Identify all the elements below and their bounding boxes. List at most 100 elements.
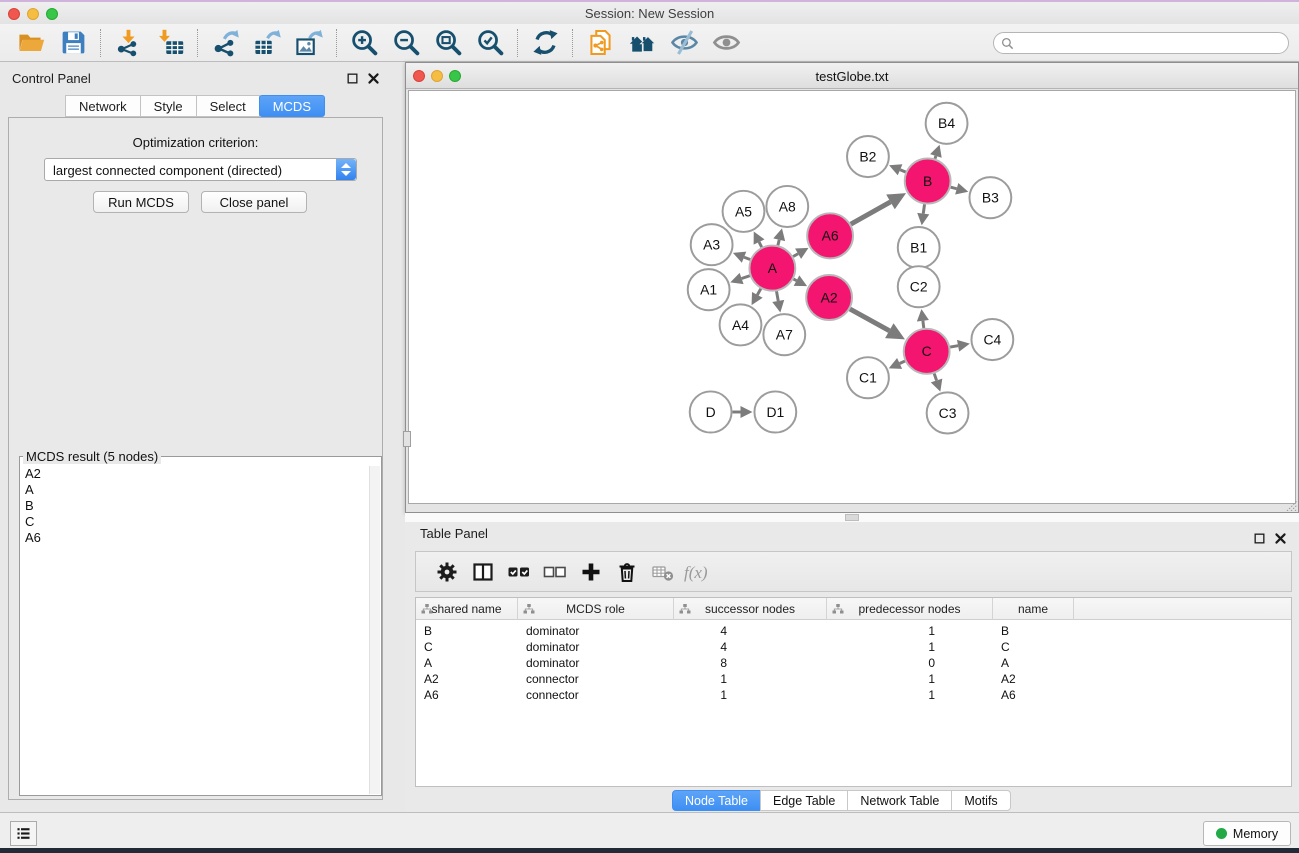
mcds-list-scrollbar[interactable]	[369, 466, 380, 794]
mcds-result-item[interactable]: B	[22, 498, 368, 514]
graph-edge-C-C2[interactable]	[917, 309, 929, 328]
tab-motifs[interactable]: Motifs	[951, 790, 1010, 811]
table-panel-close-button[interactable]	[1274, 532, 1287, 545]
table-panel-float-button[interactable]	[1253, 532, 1266, 545]
refresh-button[interactable]	[524, 26, 566, 60]
gear-button[interactable]	[429, 556, 465, 588]
window-edge-grip[interactable]	[403, 431, 411, 447]
column-header-MCDS-role[interactable]: MCDS role	[518, 598, 674, 620]
column-header-successor-nodes[interactable]: successor nodes	[674, 598, 827, 620]
mcds-result-item[interactable]: A	[22, 482, 368, 498]
graph-edge-A-A2[interactable]	[794, 275, 808, 286]
table-row[interactable]: Cdominator41C	[416, 639, 1291, 655]
criterion-dropdown[interactable]: largest connected component (directed)	[44, 158, 357, 181]
table-row[interactable]: Adominator80A	[416, 655, 1291, 671]
graph-node-B4[interactable]: B4	[926, 103, 968, 144]
save-session-button[interactable]	[52, 26, 94, 60]
graph-node-C[interactable]: C	[904, 329, 950, 374]
tab-node-table[interactable]: Node Table	[672, 790, 761, 811]
import-table-button[interactable]	[149, 26, 191, 60]
tab-network[interactable]: Network	[65, 95, 141, 117]
graph-edge-A-A5[interactable]	[754, 232, 765, 248]
delete-table-button[interactable]	[645, 556, 681, 588]
splitter-grip[interactable]	[845, 514, 859, 521]
graph-node-D1[interactable]: D1	[754, 391, 796, 432]
graph-node-B2[interactable]: B2	[847, 136, 889, 177]
network-window-titlebar[interactable]: testGlobe.txt	[406, 63, 1298, 89]
memory-button[interactable]: Memory	[1203, 821, 1291, 846]
graph-node-A7[interactable]: A7	[763, 314, 805, 355]
graph-node-A3[interactable]: A3	[691, 224, 733, 265]
export-table-button[interactable]	[246, 26, 288, 60]
graph-edge-C-C1[interactable]	[889, 358, 905, 369]
graph-edge-A-A1[interactable]	[730, 273, 749, 284]
table-row[interactable]: A6connector11A6	[416, 687, 1291, 703]
mcds-result-item[interactable]: C	[22, 514, 368, 530]
graph-edge-A6-B[interactable]	[851, 193, 906, 224]
run-mcds-button[interactable]: Run MCDS	[93, 191, 189, 213]
graph-node-A2[interactable]: A2	[806, 275, 852, 320]
delete-column-button[interactable]	[609, 556, 645, 588]
import-network-button[interactable]	[107, 26, 149, 60]
add-column-button[interactable]	[573, 556, 609, 588]
mcds-result-item[interactable]: A2	[22, 466, 368, 482]
zoom-selected-button[interactable]	[469, 26, 511, 60]
search-box[interactable]	[993, 32, 1289, 54]
zoom-out-button[interactable]	[385, 26, 427, 60]
graph-node-A8[interactable]: A8	[766, 186, 808, 227]
resize-grip-icon[interactable]	[1283, 498, 1297, 511]
table-row[interactable]: A2connector11A2	[416, 671, 1291, 687]
export-network-button[interactable]	[204, 26, 246, 60]
graph-edge-B-B2[interactable]	[889, 164, 906, 175]
graph-node-A5[interactable]: A5	[723, 191, 765, 232]
graph-edge-C-C3[interactable]	[931, 374, 943, 392]
tab-network-table[interactable]: Network Table	[847, 790, 952, 811]
column-header-name[interactable]: name	[993, 598, 1074, 620]
export-image-button[interactable]	[288, 26, 330, 60]
graph-edge-C-C4[interactable]	[950, 340, 970, 352]
network-graph[interactable]: B4B2BB3A5A8A6B1A3AC2A1A2A4A7C4CC1C3DD1	[409, 91, 1295, 503]
graph-node-A6[interactable]: A6	[807, 213, 853, 258]
search-input[interactable]	[1018, 36, 1288, 50]
control-panel-close-button[interactable]	[367, 72, 380, 85]
hide-panel-button[interactable]	[663, 26, 705, 60]
graph-edge-B-B1[interactable]	[917, 204, 929, 225]
close-panel-button[interactable]: Close panel	[201, 191, 307, 213]
control-panel-float-button[interactable]	[346, 72, 359, 85]
graph-edge-B-B3[interactable]	[951, 183, 969, 195]
tab-mcds[interactable]: MCDS	[259, 95, 325, 117]
graph-edge-A-A8[interactable]	[773, 228, 785, 245]
function-builder-button[interactable]	[681, 556, 717, 588]
columns-button[interactable]	[465, 556, 501, 588]
column-header-predecessor-nodes[interactable]: predecessor nodes	[827, 598, 993, 620]
tab-select[interactable]: Select	[196, 95, 260, 117]
graph-node-B[interactable]: B	[905, 159, 951, 204]
graph-edge-A2-C[interactable]	[850, 309, 905, 339]
open-file-button[interactable]	[10, 26, 52, 60]
graph-edge-B-B4[interactable]	[930, 145, 942, 159]
mcds-result-item[interactable]: A6	[22, 530, 368, 546]
graph-edge-D-D1[interactable]	[733, 406, 753, 418]
tab-edge-table[interactable]: Edge Table	[760, 790, 848, 811]
graph-edge-A-A7[interactable]	[772, 291, 784, 312]
duplicate-network-button[interactable]	[579, 26, 621, 60]
show-panel-button[interactable]	[705, 26, 747, 60]
graph-edge-A-A3[interactable]	[733, 252, 750, 263]
graph-node-C1[interactable]: C1	[847, 357, 889, 398]
graph-node-C2[interactable]: C2	[898, 266, 940, 307]
network-canvas[interactable]: B4B2BB3A5A8A6B1A3AC2A1A2A4A7C4CC1C3DD1	[408, 90, 1296, 504]
graph-node-D[interactable]: D	[690, 391, 732, 432]
graph-edge-A-A4[interactable]	[752, 289, 763, 305]
tab-style[interactable]: Style	[140, 95, 197, 117]
home-button[interactable]	[621, 26, 663, 60]
graph-node-A1[interactable]: A1	[688, 269, 730, 310]
graph-edge-A-A6[interactable]	[793, 248, 808, 259]
graph-node-B1[interactable]: B1	[898, 227, 940, 268]
select-all-button[interactable]	[501, 556, 537, 588]
graph-node-A[interactable]: A	[749, 246, 795, 291]
graph-node-C3[interactable]: C3	[927, 392, 969, 433]
deselect-all-button[interactable]	[537, 556, 573, 588]
graph-node-A4[interactable]: A4	[720, 304, 762, 345]
table-row[interactable]: Bdominator41B	[416, 623, 1291, 639]
task-history-button[interactable]	[10, 821, 37, 846]
